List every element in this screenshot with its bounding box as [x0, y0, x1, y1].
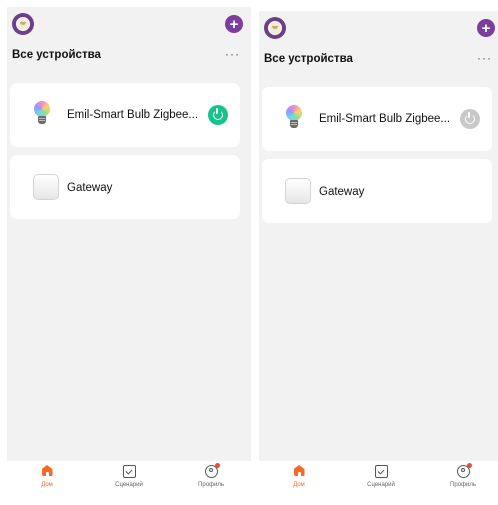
home-icon: [41, 465, 54, 478]
tab-label: Профиль: [198, 482, 224, 488]
notification-dot: [214, 463, 220, 468]
app-screen-right: + Все устройства ··· Emil-Smart Bulb Zig…: [259, 11, 498, 496]
power-icon: [465, 112, 475, 124]
bulb-icon: [286, 105, 302, 131]
notification-dot: [466, 463, 472, 468]
power-button[interactable]: [460, 109, 480, 129]
avatar-icon: [16, 17, 30, 31]
more-options-button[interactable]: ···: [225, 48, 240, 60]
device-card-bulb[interactable]: Emil-Smart Bulb Zigbee...: [262, 87, 492, 151]
device-card-gateway[interactable]: Gateway: [10, 155, 240, 219]
tab-label: Дом: [293, 482, 305, 488]
app-screen-left: + Все устройства ··· Emil-Smart Bulb Zig…: [7, 7, 251, 496]
device-card-bulb[interactable]: Emil-Smart Bulb Zigbee...: [10, 83, 240, 147]
checkbox-icon: [122, 465, 136, 478]
tab-profile[interactable]: Профиль: [181, 463, 241, 488]
tab-label: Сценарий: [115, 482, 143, 488]
power-button[interactable]: [208, 105, 228, 125]
tab-home[interactable]: Дом: [269, 465, 329, 488]
page-title: Все устройства: [12, 49, 101, 61]
power-icon: [213, 108, 223, 120]
tab-bar: Дом Сценарий Профиль: [7, 461, 251, 496]
more-options-button[interactable]: ···: [477, 52, 492, 64]
avatar-icon: [268, 21, 282, 35]
bulb-icon: [34, 101, 50, 127]
device-card-gateway[interactable]: Gateway: [262, 159, 492, 223]
device-name: Emil-Smart Bulb Zigbee...: [319, 113, 451, 125]
device-name: Gateway: [67, 182, 113, 194]
device-name: Emil-Smart Bulb Zigbee...: [67, 109, 199, 121]
checkbox-icon: [374, 465, 388, 478]
tab-scenes[interactable]: Сценарий: [99, 465, 159, 488]
home-icon: [293, 465, 306, 478]
page-title: Все устройства: [264, 53, 353, 65]
gateway-icon: [33, 174, 59, 200]
add-device-button[interactable]: +: [477, 19, 495, 37]
profile-icon: [456, 463, 472, 478]
tab-label: Сценарий: [367, 482, 395, 488]
tab-label: Дом: [41, 482, 53, 488]
home-avatar[interactable]: [264, 17, 286, 39]
add-device-button[interactable]: +: [225, 15, 243, 33]
tab-profile[interactable]: Профиль: [433, 463, 493, 488]
tab-home[interactable]: Дом: [17, 465, 77, 488]
device-name: Gateway: [319, 186, 365, 198]
profile-icon: [204, 463, 220, 478]
tab-scenes[interactable]: Сценарий: [351, 465, 411, 488]
home-avatar[interactable]: [12, 13, 34, 35]
gateway-icon: [285, 178, 311, 204]
tab-label: Профиль: [450, 482, 476, 488]
tab-bar: Дом Сценарий Профиль: [259, 461, 498, 496]
